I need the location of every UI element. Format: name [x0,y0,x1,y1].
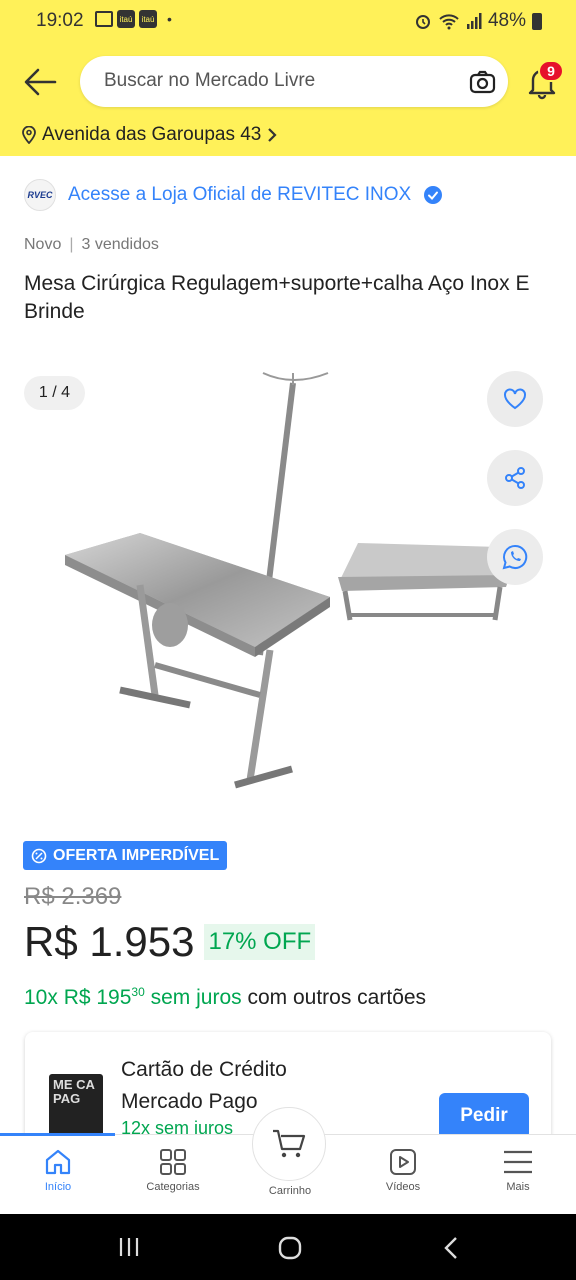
nav-cart[interactable] [252,1107,326,1181]
grid-icon [160,1149,186,1175]
app-header: 19:02 itaú itaú • 48% Buscar no Mercado … [0,0,576,156]
nav-more[interactable]: Mais [468,1135,568,1215]
delivery-address[interactable]: Avenida das Garoupas 43 [22,124,277,146]
offer-badge-text: OFERTA IMPERDÍVEL [53,846,220,864]
nav-home[interactable]: Início [8,1135,108,1215]
verified-badge-icon [424,186,443,204]
chevron-right-icon [268,128,277,142]
status-bar: 19:02 itaú itaú • 48% [0,0,576,44]
search-placeholder: Buscar no Mercado Livre [104,70,316,91]
product-meta: Novo | 3 vendidos [24,236,159,254]
nav-categories[interactable]: Categorias [123,1135,223,1215]
share-button[interactable] [487,450,543,506]
discount-badge: 17% OFF [204,924,316,960]
gallery-notification-icon [95,11,113,27]
more-notifications-dot: • [167,11,172,27]
discount-tag-icon [31,848,47,863]
home-icon [45,1149,71,1175]
nav-home-label: Início [44,1181,72,1193]
current-price: R$ 1.953 [24,918,195,965]
battery-icon [532,12,542,30]
card-promo-title-line2: Mercado Pago [121,1090,258,1113]
whatsapp-icon [502,544,528,570]
system-navigation-bar [0,1214,576,1280]
product-image[interactable] [60,365,520,795]
whatsapp-share-button[interactable] [487,529,543,585]
itau-notification-icon-2: itaú [139,10,157,28]
sold-count: 3 vendidos [81,236,159,253]
product-title: Mesa Cirúrgica Regulagem+suporte+calha A… [24,272,530,323]
back-button[interactable] [22,66,58,98]
store-link-text: Acesse a Loja Oficial de REVITEC INOX [68,184,412,205]
meta-separator: | [69,236,74,253]
signal-icon [466,13,482,29]
location-pin-icon [22,126,36,144]
installments-cards: com outros cartões [241,986,427,1009]
original-price: R$ 2.369 [24,883,122,910]
product-gallery[interactable]: 1 / 4 [0,355,576,805]
condition-label: Novo [24,236,62,253]
home-system-icon[interactable] [277,1235,303,1261]
camera-icon[interactable] [469,68,496,95]
store-logo: RVEC [24,179,56,211]
cart-icon [273,1129,306,1158]
search-bar[interactable]: Buscar no Mercado Livre [80,56,508,107]
nav-videos-label: Vídeos [385,1181,421,1193]
alarm-icon [415,15,430,29]
card-promo-title-line1: Cartão de Crédito [121,1058,287,1081]
card-promo-title: Cartão de Crédito Mercado Pago [121,1054,287,1118]
price-row: R$ 1.953 17% OFF [24,918,316,966]
bottom-navigation: Início Categorias Carrinho Vídeos Mais [0,1107,576,1215]
address-text: Avenida das Garoupas 43 [42,124,262,145]
nav-videos[interactable]: Vídeos [353,1135,453,1215]
heart-icon [504,388,526,410]
menu-icon [504,1150,532,1174]
system-indicators: 48% [414,10,542,32]
recent-apps-icon[interactable] [118,1236,140,1258]
installments-interest: sem juros [144,986,242,1009]
nav-more-label: Mais [506,1181,530,1193]
image-counter: 1 / 4 [24,376,85,410]
order-card-button[interactable]: Pedir [439,1093,529,1139]
status-time: 19:02 [36,10,84,31]
share-icon [505,467,525,489]
itau-notification-icon: itaú [117,10,135,28]
installments-cents: 30 [131,985,145,999]
notifications-badge: 9 [538,60,564,82]
wifi-icon [439,14,459,30]
offer-badge: OFERTA IMPERDÍVEL [23,841,228,870]
notification-icons: itaú itaú • [95,10,172,28]
official-store-link[interactable]: RVEC Acesse a Loja Oficial de REVITEC IN… [24,179,443,211]
installments-info[interactable]: 10x R$ 19530 sem juros com outros cartõe… [24,985,426,1010]
nav-cart-label: Carrinho [268,1185,312,1197]
battery-percent: 48% [487,10,526,31]
favorite-button[interactable] [487,371,543,427]
nav-categories-label: Categorias [146,1181,200,1193]
installments-amount: 10x R$ 195 [24,986,132,1009]
arrow-left-icon [24,68,57,96]
video-icon [390,1149,416,1175]
back-system-icon[interactable] [442,1235,460,1261]
